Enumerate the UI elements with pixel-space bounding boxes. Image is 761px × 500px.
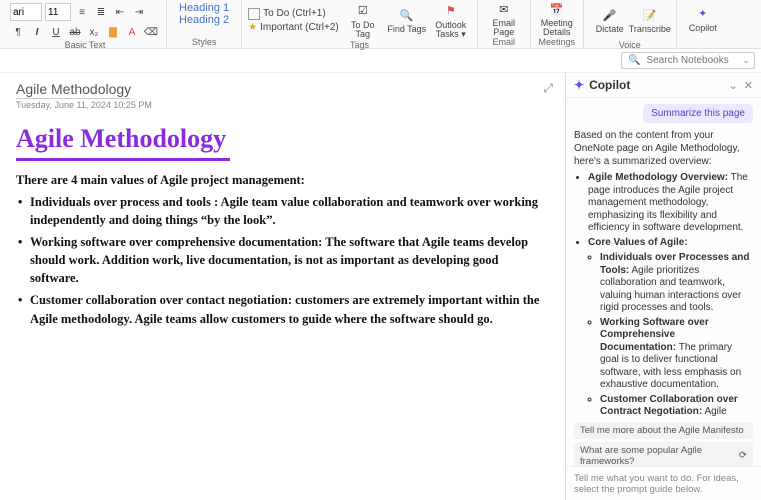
dictate-button[interactable]: 🎤Dictate	[590, 0, 630, 40]
close-icon[interactable]: ✕	[744, 79, 753, 92]
hand-intro: There are 4 main values of Agile project…	[16, 171, 549, 189]
copilot-prompt-input[interactable]: Tell me what you want to do. For ideas, …	[566, 466, 761, 500]
expand-icon[interactable]: ⤢	[543, 81, 553, 96]
copilot-title: Copilot	[589, 78, 630, 92]
flag-icon: ⚑	[442, 2, 460, 20]
group-label-basic-text: Basic Text	[65, 40, 106, 50]
hand-bullet-1: Individuals over process and tools : Agi…	[16, 193, 549, 229]
chevron-down-icon[interactable]: ⌄	[729, 79, 738, 92]
copilot-logo-icon: ✦	[574, 78, 584, 92]
page-date: Tuesday, June 11, 2024 10:25 PM	[16, 100, 549, 110]
copilot-intro: Based on the content from your OneNote p…	[574, 129, 753, 168]
group-label-email: Email	[493, 37, 516, 47]
tag-todo[interactable]: To Do (Ctrl+1)	[248, 7, 339, 21]
subscript-button[interactable]: x₂	[86, 24, 102, 40]
todo-tag-button[interactable]: ☑To Do Tag	[343, 0, 383, 40]
style-heading2[interactable]: Heading 2	[179, 14, 229, 26]
style-heading1[interactable]: Heading 1	[179, 2, 229, 14]
suggestion-1[interactable]: Tell me more about the Agile Manifesto	[574, 422, 753, 439]
copilot-icon: ✦	[694, 5, 712, 23]
tag-important[interactable]: ★Important (Ctrl+2)	[248, 21, 339, 34]
italic-button[interactable]: I	[29, 24, 45, 40]
paragraph-icon[interactable]: ¶	[10, 24, 26, 40]
handwriting-block[interactable]: Agile Methodology There are 4 main value…	[16, 120, 549, 328]
highlight-button[interactable]: ▇	[105, 24, 121, 40]
search-icon: 🔍	[398, 6, 416, 24]
font-color-button[interactable]: A	[124, 24, 140, 40]
numbering-icon[interactable]: ≣	[93, 4, 109, 20]
group-label-tags: Tags	[350, 40, 369, 50]
mic-icon: 🎤	[601, 6, 619, 24]
copilot-summary-list: Agile Methodology Overview: The page int…	[588, 172, 753, 419]
clear-format-button[interactable]: ⌫	[143, 24, 159, 40]
copilot-ribbon-button[interactable]: ✦Copilot	[683, 0, 723, 37]
font-size-select[interactable]	[45, 3, 71, 21]
ribbon: ≡ ≣ ⇤ ⇥ ¶ I U ab x₂ ▇ A ⌫ Basic Text Hea…	[0, 0, 761, 49]
search-bar: 🔍 ⌄	[0, 49, 761, 73]
group-label-meetings: Meetings	[539, 37, 576, 47]
email-icon: ✉	[495, 0, 513, 18]
search-box[interactable]: 🔍 ⌄	[621, 52, 755, 69]
hand-title: Agile Methodology	[16, 120, 230, 161]
group-label-voice: Voice	[619, 40, 641, 50]
checkbox-icon: ☑	[354, 2, 372, 20]
chevron-down-icon[interactable]: ⌄	[742, 55, 750, 66]
transcribe-button[interactable]: 📝Transcribe	[630, 0, 670, 40]
search-input[interactable]	[644, 54, 738, 67]
font-name-select[interactable]	[10, 3, 42, 21]
meeting-details-button[interactable]: 📅Meeting Details	[537, 0, 577, 37]
page-title[interactable]: Agile Methodology	[16, 81, 131, 99]
outlook-tasks-button[interactable]: ⚑Outlook Tasks ▾	[431, 0, 471, 40]
email-page-button[interactable]: ✉Email Page	[484, 0, 524, 37]
copilot-pane: ✦ Copilot ⌄ ✕ Summarize this page Based on…	[565, 73, 761, 500]
copilot-body: Summarize this page Based on the content…	[566, 98, 761, 466]
transcribe-icon: 📝	[641, 6, 659, 24]
suggestion-2[interactable]: What are some popular Agile frameworks?⟳	[574, 442, 753, 467]
strike-button[interactable]: ab	[67, 24, 83, 40]
underline-button[interactable]: U	[48, 24, 64, 40]
search-icon: 🔍	[628, 55, 640, 66]
indent-icon[interactable]: ⇥	[131, 4, 147, 20]
calendar-icon: 📅	[548, 0, 566, 18]
group-label-styles: Styles	[192, 37, 217, 47]
find-tags-button[interactable]: 🔍Find Tags	[387, 0, 427, 40]
hand-bullet-3: Customer collaboration over contact nego…	[16, 291, 549, 327]
outdent-icon[interactable]: ⇤	[112, 4, 128, 20]
summarize-button[interactable]: Summarize this page	[643, 104, 753, 123]
hand-bullet-2: Working software over comprehensive docu…	[16, 233, 549, 287]
refresh-icon[interactable]: ⟳	[739, 450, 747, 461]
bullets-icon[interactable]: ≡	[74, 4, 90, 20]
page-canvas: ⤢ Agile Methodology Tuesday, June 11, 20…	[0, 73, 565, 500]
